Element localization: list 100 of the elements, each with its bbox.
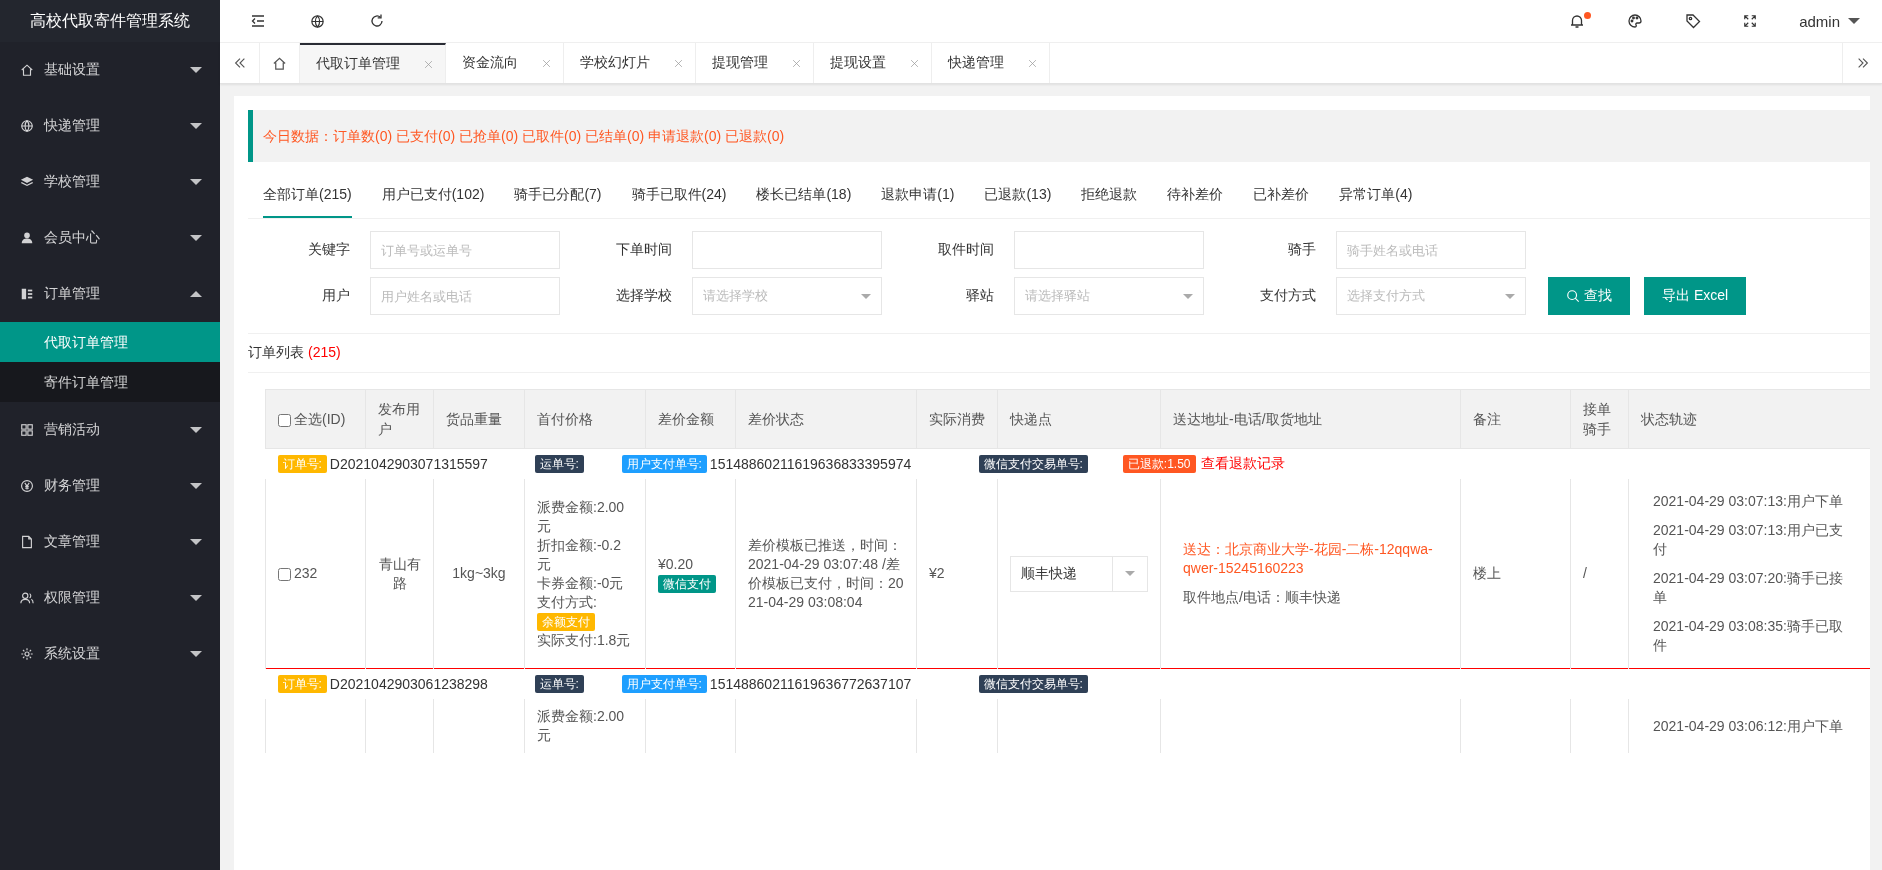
user-name: 青山有路 <box>365 479 434 669</box>
sidebar-item[interactable]: 学校管理 <box>0 154 220 210</box>
close-icon <box>542 58 551 68</box>
status-track-entry: 2021-04-29 03:07:20:骑手已接单 <box>1652 569 1844 607</box>
globe-icon <box>310 13 325 29</box>
order-tag: 微信支付交易单号: <box>978 675 1088 693</box>
page-tab[interactable]: 学校幻灯片 <box>564 43 696 83</box>
courier-select[interactable]: 顺丰快递 <box>1010 555 1148 592</box>
user-menu[interactable]: admin <box>1799 12 1860 30</box>
column-header: 快递点 <box>997 389 1161 449</box>
note: 楼上 <box>1460 479 1571 669</box>
user-name: admin <box>1799 12 1840 30</box>
fullscreen-icon <box>1743 14 1758 28</box>
refresh-icon <box>369 13 385 29</box>
input-field[interactable]: 用户姓名或电话 <box>370 277 560 315</box>
price-line: 折扣金额:-0.2元 <box>537 535 622 574</box>
caret-icon <box>1848 18 1860 24</box>
bell-icon <box>1569 13 1586 29</box>
status-tab[interactable]: 已补差价 <box>1253 176 1310 218</box>
sidebar-subitem[interactable]: 寄件订单管理 <box>0 362 220 402</box>
page-tab[interactable]: 资金流向 <box>446 43 564 83</box>
caret-icon <box>861 293 871 299</box>
status-track-entry: 2021-04-29 03:08:35:骑手已取件 <box>1652 617 1844 655</box>
menu-icon <box>250 13 266 29</box>
order-field-value: D2021042903071315597 <box>329 456 488 472</box>
list-title: 订单列表 <box>248 344 304 360</box>
price-line: 派费金额:2.00元 <box>537 707 626 745</box>
grid-icon <box>20 423 34 437</box>
user-icon <box>20 231 34 245</box>
page-tab[interactable]: 提现管理 <box>696 43 814 83</box>
users-icon <box>20 591 34 605</box>
order-field-value: D2021042903061238298 <box>329 676 488 692</box>
gear-icon <box>20 647 34 661</box>
scroll-left-button[interactable] <box>220 43 260 83</box>
order-tag: 订单号: <box>277 675 327 693</box>
home-icon <box>20 63 34 77</box>
checkbox[interactable] <box>278 567 291 581</box>
diff-amount: ¥0.20 <box>658 554 695 574</box>
sidebar-item[interactable]: 文章管理 <box>0 514 220 570</box>
field-label: 支付方式 <box>1259 287 1317 305</box>
export-button[interactable]: 导出 Excel <box>1644 277 1747 315</box>
input-field[interactable]: 骑手姓名或电话 <box>1336 231 1526 269</box>
order-tag: 运单号: <box>534 455 584 473</box>
status-tab[interactable]: 楼长已结单(18) <box>756 176 852 218</box>
payment-method-tag: 微信支付 <box>658 574 716 593</box>
close-icon <box>1028 58 1037 68</box>
close-icon <box>674 58 683 68</box>
search-button[interactable]: 查找 <box>1548 277 1630 315</box>
sidebar-item[interactable]: 快递管理 <box>0 98 220 154</box>
sidebar-item[interactable]: 权限管理 <box>0 570 220 626</box>
sidebar-item[interactable]: 会员中心 <box>0 210 220 266</box>
input-field[interactable]: 订单号或运单号 <box>370 231 560 269</box>
status-tab[interactable]: 骑手已分配(7) <box>514 176 602 218</box>
status-tab[interactable]: 全部订单(215) <box>263 176 352 218</box>
pickup-info: 取件地点/电话：顺丰快递 <box>1182 588 1342 607</box>
sidebar-item[interactable]: 基础设置 <box>0 42 220 98</box>
column-header: 差价状态 <box>735 389 917 449</box>
order-field-value: 15148860211619636833395974 <box>709 456 912 472</box>
sidebar-item[interactable]: 订单管理 <box>0 266 220 322</box>
payment-method-tag: 余额支付 <box>537 612 595 631</box>
double-chevron-left-icon <box>232 56 247 70</box>
refund-record-link[interactable]: 查看退款记录 <box>1200 455 1285 473</box>
status-tab[interactable]: 用户已支付(102) <box>381 176 485 218</box>
today-stats: 今日数据：订单数(0) 已支付(0) 已抢单(0) 已取件(0) 已结单(0) 申请退款(0) 已退款(0) <box>248 110 1870 162</box>
status-tab[interactable]: 待补差价 <box>1167 176 1224 218</box>
column-header: 状态轨迹 <box>1628 389 1870 449</box>
status-tab[interactable]: 骑手已取件(24) <box>631 176 727 218</box>
checkbox[interactable] <box>278 413 291 427</box>
column-header: 首付价格 <box>524 389 646 449</box>
column-header: 实际消费 <box>916 389 998 449</box>
field-label: 骑手 <box>1287 241 1317 259</box>
column-header: 送达地址-电话/取货地址 <box>1160 389 1461 449</box>
column-header: 全选(ID) <box>265 389 366 449</box>
page-tab[interactable]: 快递管理 <box>932 43 1050 83</box>
status-tab[interactable]: 拒绝退款 <box>1081 176 1138 218</box>
column-header: 差价金额 <box>645 389 736 449</box>
palette-icon <box>1627 13 1644 29</box>
input-field[interactable] <box>1014 231 1204 269</box>
close-icon <box>424 59 433 69</box>
sidebar-item[interactable]: 财务管理 <box>0 458 220 514</box>
weight-cell: 1kg~3kg <box>433 479 525 669</box>
price-line: 派费金额:2.00元 <box>537 497 626 536</box>
sidebar-item[interactable]: 营销活动 <box>0 402 220 458</box>
sidebar-item[interactable]: 系统设置 <box>0 626 220 682</box>
scroll-right-button[interactable] <box>1842 43 1882 83</box>
tag-icon <box>1685 13 1702 29</box>
page-tab[interactable]: 代取订单管理 <box>300 43 446 83</box>
status-tab[interactable]: 已退款(13) <box>984 176 1052 218</box>
home-icon <box>272 55 287 71</box>
column-header: 发布用户 <box>365 389 434 449</box>
field-label: 选择学校 <box>615 287 673 305</box>
home-tab[interactable] <box>260 43 300 83</box>
status-tab[interactable]: 异常订单(4) <box>1339 176 1413 218</box>
sidebar-subitem[interactable]: 代取订单管理 <box>0 322 220 362</box>
price-line: 卡券金额:-0元 <box>537 573 625 593</box>
page-tab[interactable]: 提现设置 <box>814 43 932 83</box>
status-tab[interactable]: 退款申请(1) <box>881 176 955 218</box>
order-tag: 已退款:1.50 <box>1122 455 1196 473</box>
column-header: 备注 <box>1460 389 1571 449</box>
input-field[interactable] <box>692 231 882 269</box>
